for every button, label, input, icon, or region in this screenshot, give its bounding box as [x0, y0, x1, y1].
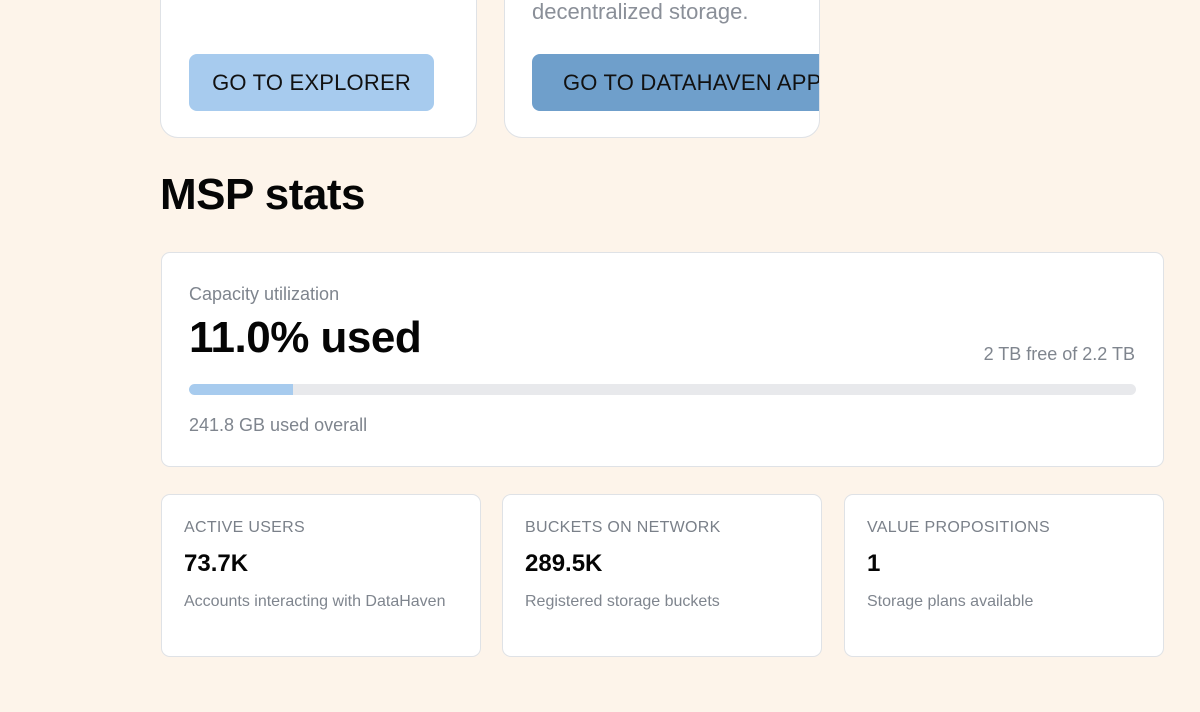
- capacity-progress-bar: [189, 384, 1136, 395]
- capacity-utilization-card: Capacity utilization 11.0% used 2 TB fre…: [161, 252, 1164, 467]
- capacity-free-text: 2 TB free of 2.2 TB: [983, 344, 1135, 364]
- datahaven-app-card: decentralized storage. GO TO DATAHAVEN A…: [504, 0, 820, 138]
- go-to-explorer-button[interactable]: GO TO EXPLORER: [189, 54, 434, 111]
- stat-description: Storage plans available: [867, 593, 1034, 610]
- explorer-card: GO TO EXPLORER: [160, 0, 477, 138]
- stat-value: 1: [867, 550, 881, 577]
- capacity-used-percent: 11.0% used: [189, 313, 422, 362]
- stat-card-value-propositions: VALUE PROPOSITIONS 1 Storage plans avail…: [844, 494, 1164, 657]
- go-to-datahaven-app-button[interactable]: GO TO DATAHAVEN APP: [532, 54, 819, 111]
- capacity-used-overall: 241.8 GB used overall: [189, 415, 368, 435]
- stat-card-active-users: ACTIVE USERS 73.7K Accounts interacting …: [161, 494, 481, 657]
- stat-value: 73.7K: [184, 550, 249, 577]
- msp-stats-title: MSP stats: [160, 170, 366, 219]
- capacity-label: Capacity utilization: [189, 284, 340, 304]
- stat-label: VALUE PROPOSITIONS: [867, 519, 1050, 536]
- capacity-progress-fill: [189, 384, 294, 395]
- stat-label: BUCKETS ON NETWORK: [525, 519, 721, 536]
- datahaven-app-description: decentralized storage.: [532, 0, 749, 24]
- stat-label: ACTIVE USERS: [184, 519, 305, 536]
- stat-description: Accounts interacting with DataHaven: [184, 593, 446, 610]
- stat-description: Registered storage buckets: [525, 593, 720, 610]
- stat-value: 289.5K: [525, 550, 603, 577]
- stat-card-buckets-on-network: BUCKETS ON NETWORK 289.5K Registered sto…: [502, 494, 822, 657]
